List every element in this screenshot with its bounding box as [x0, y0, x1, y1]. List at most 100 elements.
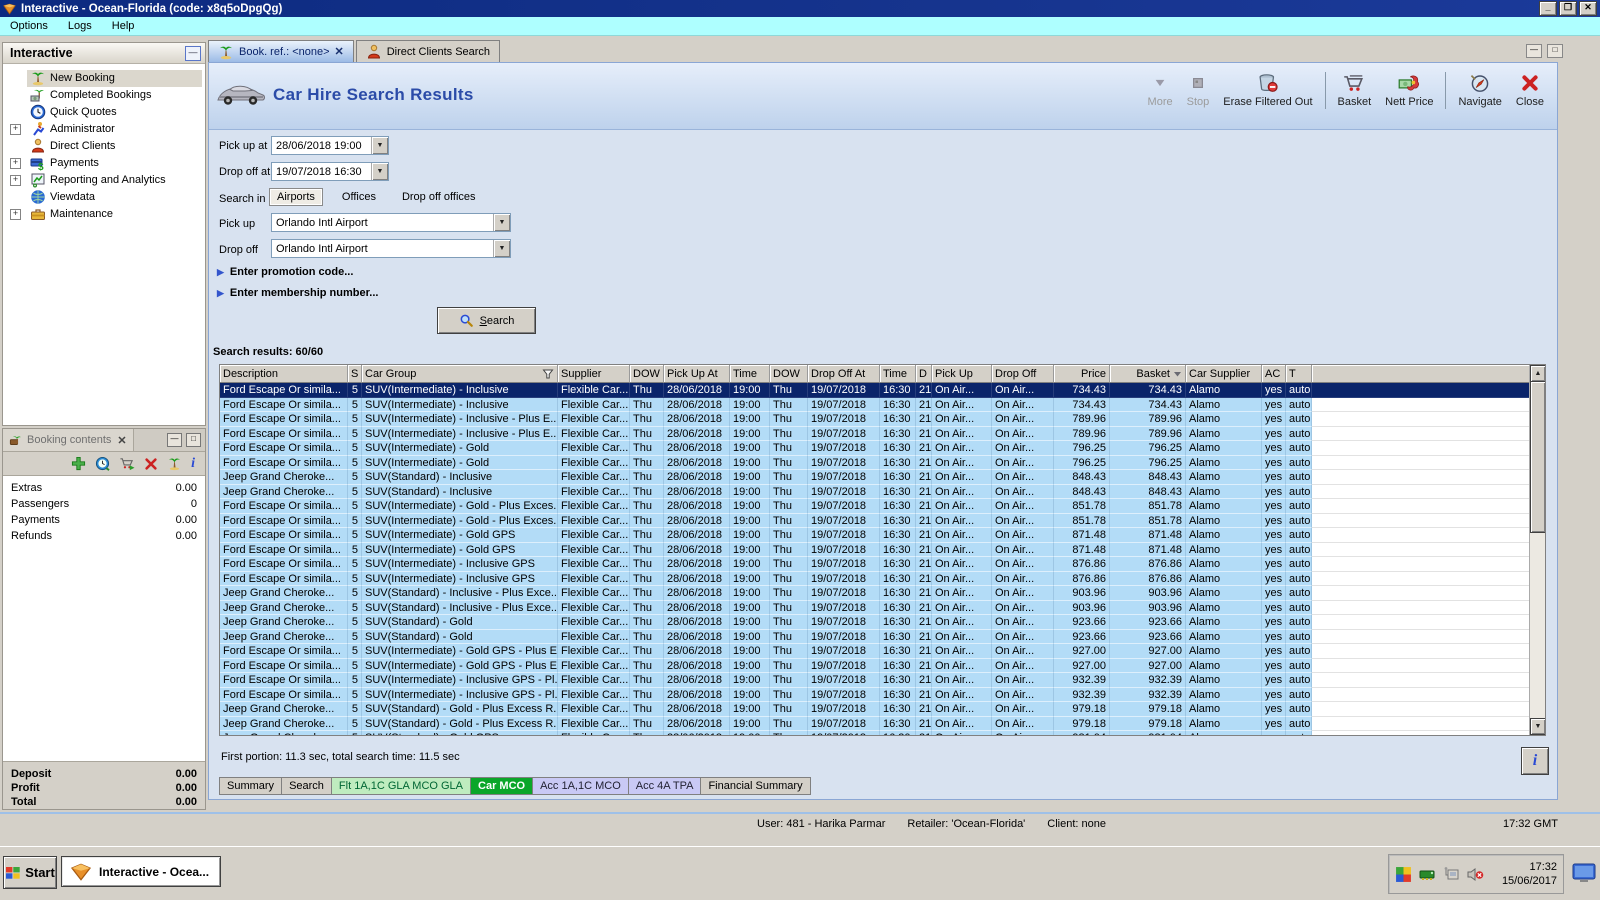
- table-row[interactable]: Ford Escape Or simila... 5 SUV(Intermediat…: [220, 499, 1545, 514]
- table-row[interactable]: Ford Escape Or simila... 5 SUV(Intermediat…: [220, 412, 1545, 427]
- scrollbar-thumb[interactable]: [1530, 381, 1545, 533]
- volume-muted-tray-icon[interactable]: [1467, 867, 1484, 882]
- table-row[interactable]: Ford Escape Or simila... 5 SUV(Intermediat…: [220, 571, 1545, 586]
- column-header-d[interactable]: D: [916, 365, 932, 383]
- column-header-basket[interactable]: Basket: [1110, 365, 1186, 383]
- bottom-tab-summary[interactable]: Summary: [219, 777, 283, 795]
- table-row[interactable]: Ford Escape Or simila... 5 SUV(Intermediat…: [220, 426, 1545, 441]
- bottom-tab-car-mco[interactable]: Car MCO: [471, 777, 534, 795]
- restore-button[interactable]: ❐: [1559, 1, 1577, 16]
- table-row[interactable]: Jeep Grand Cheroke...5SUV(Standard) - Go…: [220, 629, 1545, 644]
- membership-number-expander[interactable]: ▶ Enter membership number...: [217, 287, 378, 299]
- bottom-tab-flt-1a-1c-gla-mco-gla[interactable]: Flt 1A,1C GLA MCO GLA: [331, 777, 472, 795]
- table-row[interactable]: Jeep Grand Cheroke...5SUV(Standard) - Go…: [220, 731, 1545, 735]
- expand-plus-icon[interactable]: +: [10, 175, 21, 186]
- network-tray-icon[interactable]: [1419, 867, 1437, 881]
- column-header-car-group[interactable]: Car Group: [362, 365, 558, 383]
- menu-item-logs[interactable]: Logs: [58, 18, 102, 34]
- booking-toolbar-holiday-button[interactable]: [167, 456, 182, 471]
- column-header-car-supplier[interactable]: Car Supplier: [1186, 365, 1262, 383]
- table-row[interactable]: Ford Escape Or simila... 5 SUV(Intermediat…: [220, 673, 1545, 688]
- pickup-combobox[interactable]: Orlando Intl Airport ▼: [271, 213, 511, 232]
- sidebar-item-quick-quotes[interactable]: Quick Quotes: [3, 104, 205, 121]
- panel-minimize-button[interactable]: —: [1526, 44, 1542, 58]
- table-row[interactable]: Ford Escape Or simila... 5 SUV(Intermediat…: [220, 687, 1545, 702]
- sidebar-item-reporting-and-analytics[interactable]: + Reporting and Analytics: [3, 172, 205, 189]
- column-header-price[interactable]: Price: [1054, 365, 1110, 383]
- search-in-option-offices[interactable]: Offices: [335, 189, 383, 205]
- chevron-down-icon[interactable]: ▼: [493, 214, 510, 231]
- bottom-tab-search[interactable]: Search: [282, 777, 332, 795]
- booking-contents-tab[interactable]: Booking contents ✕: [3, 429, 134, 451]
- table-row[interactable]: Ford Escape Or simila... 5 SUV(Intermediat…: [220, 513, 1545, 528]
- sidebar-item-maintenance[interactable]: + Maintenance: [3, 206, 205, 223]
- minimize-button[interactable]: _: [1539, 1, 1557, 16]
- booking-contents-minimize-button[interactable]: —: [167, 433, 182, 447]
- dropoff-at-combobox[interactable]: 19/07/2018 16:30 ▼: [271, 162, 389, 181]
- promotion-code-expander[interactable]: ▶ Enter promotion code...: [217, 266, 353, 278]
- table-row[interactable]: Ford Escape Or simila... 5 SUV(Intermediat…: [220, 644, 1545, 659]
- table-row[interactable]: Ford Escape Or simila... 5 SUV(Intermediat…: [220, 557, 1545, 572]
- table-row[interactable]: Ford Escape Or simila... 5 SUV(Intermediat…: [220, 441, 1545, 456]
- table-row[interactable]: Ford Escape Or simila... 5 SUV(Intermediat…: [220, 383, 1545, 398]
- search-button[interactable]: Search: [437, 307, 536, 334]
- expand-plus-icon[interactable]: +: [10, 124, 21, 135]
- toolbar-erase-filtered-out-button[interactable]: Erase Filtered Out: [1216, 71, 1319, 110]
- column-header-drop-off-at[interactable]: Drop Off At: [808, 365, 880, 383]
- vertical-scrollbar[interactable]: ▲ ▼: [1529, 365, 1545, 735]
- scroll-up-icon[interactable]: ▲: [1530, 365, 1545, 382]
- info-button[interactable]: i: [1521, 747, 1549, 775]
- chevron-down-icon[interactable]: ▼: [493, 240, 510, 257]
- table-row[interactable]: Ford Escape Or simila... 5 SUV(Intermediat…: [220, 542, 1545, 557]
- column-header-time[interactable]: Time: [880, 365, 916, 383]
- scroll-down-icon[interactable]: ▼: [1530, 718, 1545, 735]
- sidebar-item-payments[interactable]: + $ Payments: [3, 155, 205, 172]
- column-header-dow[interactable]: DOW: [630, 365, 664, 383]
- table-row[interactable]: Jeep Grand Cheroke...5SUV(Standard) - Go…: [220, 615, 1545, 630]
- table-row[interactable]: Ford Escape Or simila... 5 SUV(Intermediat…: [220, 658, 1545, 673]
- close-button[interactable]: ✕: [1579, 1, 1597, 16]
- booking-toolbar-cart-add-button[interactable]: [119, 456, 135, 471]
- panel-maximize-button[interactable]: □: [1547, 44, 1563, 58]
- table-row[interactable]: Jeep Grand Cheroke... 5 SUV(Standard) - In…: [220, 484, 1545, 499]
- column-header-drop-off[interactable]: Drop Off: [992, 365, 1054, 383]
- booking-toolbar-history-button[interactable]: [95, 456, 110, 471]
- menu-item-options[interactable]: Options: [0, 18, 58, 34]
- toolbar-navigate-button[interactable]: Navigate: [1451, 71, 1508, 110]
- tab-direct-clients-search[interactable]: Direct Clients Search: [355, 40, 501, 62]
- tab-close-icon[interactable]: ✕: [335, 45, 344, 58]
- sidebar-item-new-booking[interactable]: New Booking: [3, 70, 205, 87]
- dropoff-combobox[interactable]: Orlando Intl Airport ▼: [271, 239, 511, 258]
- table-row[interactable]: Jeep Grand Cheroke...5SUV(Standard) - Go…: [220, 702, 1545, 717]
- bottom-tab-financial-summary[interactable]: Financial Summary: [701, 777, 811, 795]
- sidebar-item-completed-bookings[interactable]: Completed Bookings: [3, 87, 205, 104]
- start-button[interactable]: Start: [3, 856, 57, 889]
- column-header-description[interactable]: Description: [220, 365, 348, 383]
- bottom-tab-acc-4a-tpa[interactable]: Acc 4A TPA: [628, 777, 702, 795]
- bottom-tab-acc-1a-1c-mco[interactable]: Acc 1A,1C MCO: [533, 777, 629, 795]
- table-row[interactable]: Jeep Grand Cheroke... 5 SUV(Standard) - In…: [220, 470, 1545, 485]
- sidebar-item-direct-clients[interactable]: Direct Clients: [3, 138, 205, 155]
- booking-contents-close-icon[interactable]: ✕: [117, 434, 126, 447]
- column-header-time[interactable]: Time: [730, 365, 770, 383]
- toolbar-close-button[interactable]: Close: [1509, 71, 1551, 110]
- table-row[interactable]: Ford Escape Or simila... 5 SUV(Intermediat…: [220, 455, 1545, 470]
- booking-contents-maximize-button[interactable]: □: [186, 433, 201, 447]
- sidebar-item-viewdata[interactable]: Viewdata: [3, 189, 205, 206]
- menu-item-help[interactable]: Help: [102, 18, 145, 34]
- taskbar-app-button[interactable]: Interactive - Ocea...: [61, 856, 221, 887]
- booking-toolbar-delete-button[interactable]: [144, 457, 158, 471]
- column-header-dow[interactable]: DOW: [770, 365, 808, 383]
- column-header-s[interactable]: S: [348, 365, 362, 383]
- toolbar-nett-price-button[interactable]: Nett Price: [1378, 71, 1440, 110]
- tab-book-ref-none[interactable]: Book. ref.: <none> ✕: [208, 40, 354, 62]
- table-row[interactable]: Ford Escape Or simila... 5 SUV(Intermediat…: [220, 528, 1545, 543]
- antivirus-tray-icon[interactable]: [1395, 866, 1412, 883]
- expand-plus-icon[interactable]: +: [10, 209, 21, 220]
- column-header-ac[interactable]: AC: [1262, 365, 1286, 383]
- booking-toolbar-add-button[interactable]: [71, 456, 86, 471]
- sidebar-collapse-button[interactable]: —: [185, 45, 201, 61]
- table-row[interactable]: Jeep Grand Cheroke...5SUV(Standard) - Go…: [220, 716, 1545, 731]
- table-row[interactable]: Ford Escape Or simila... 5 SUV(Intermediat…: [220, 397, 1545, 412]
- toolbar-basket-button[interactable]: Basket: [1331, 71, 1379, 110]
